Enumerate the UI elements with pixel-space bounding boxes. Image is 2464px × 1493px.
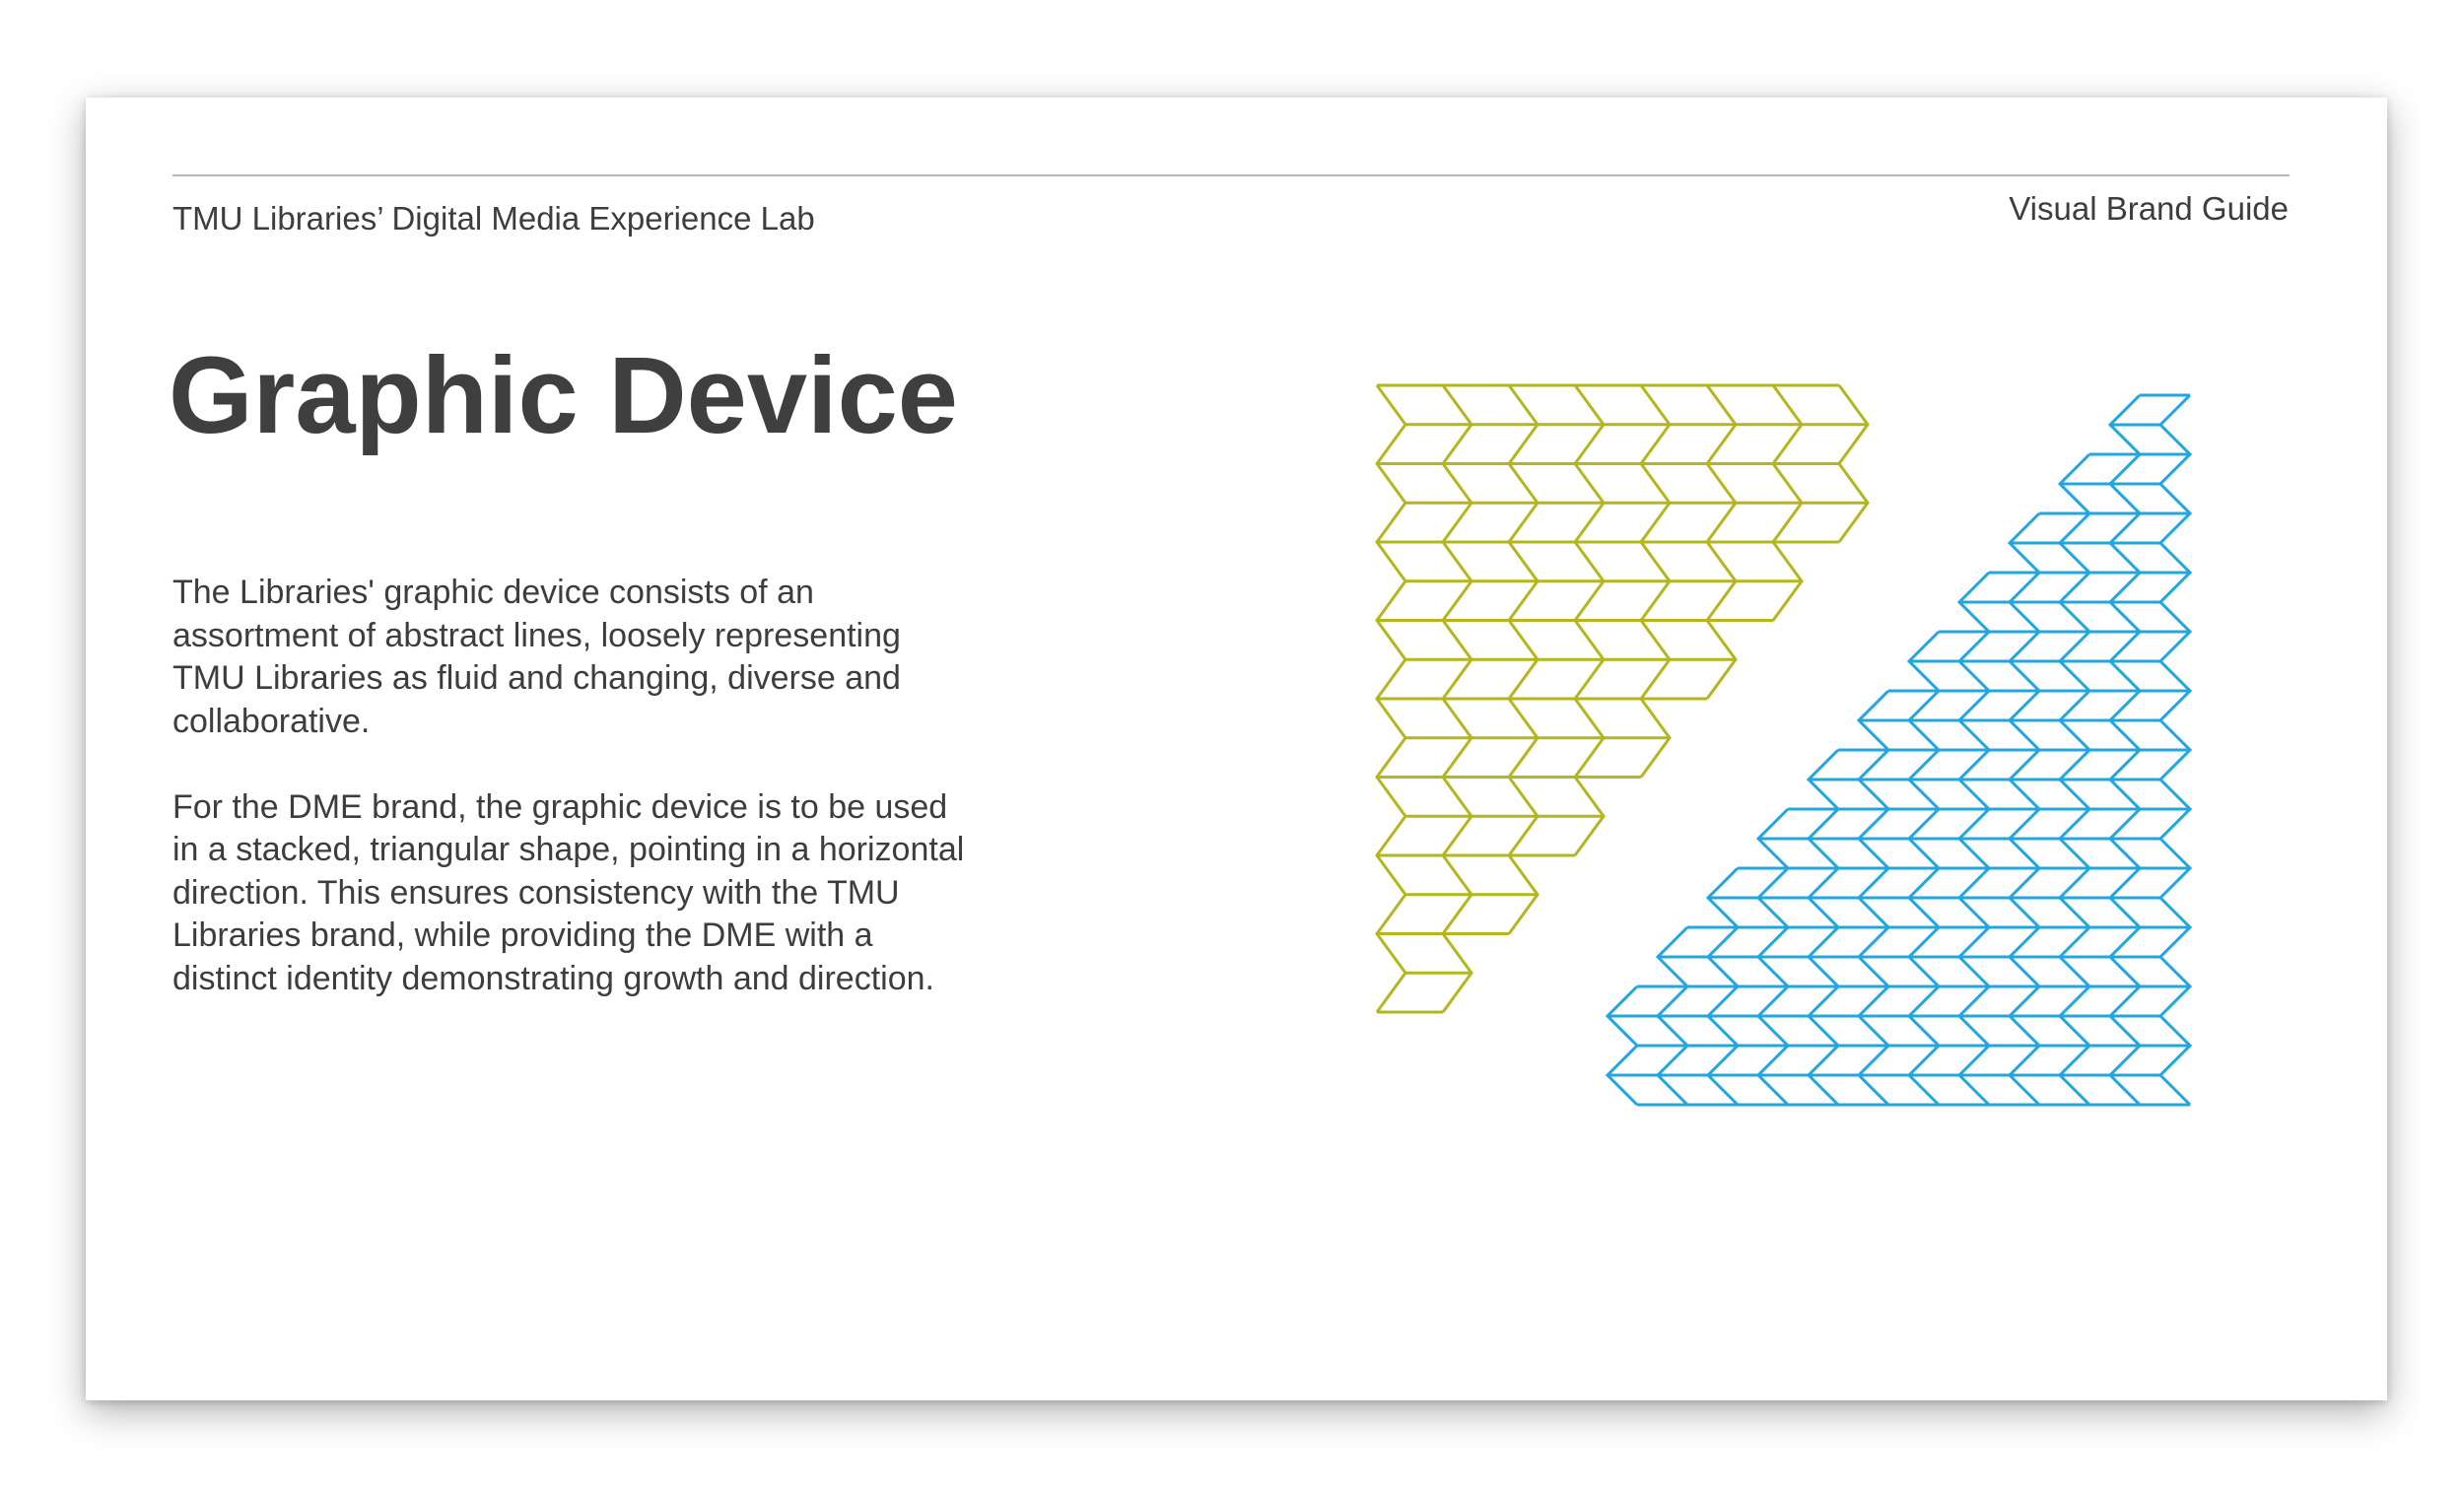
graphic-device-left-pattern — [1375, 383, 1870, 1014]
graphic-device-illustration — [1375, 383, 2193, 1107]
left-pattern-chevrons — [1375, 383, 1870, 1014]
brand-guide-page: TMU Libraries’ Digital Media Experience … — [86, 98, 2387, 1400]
